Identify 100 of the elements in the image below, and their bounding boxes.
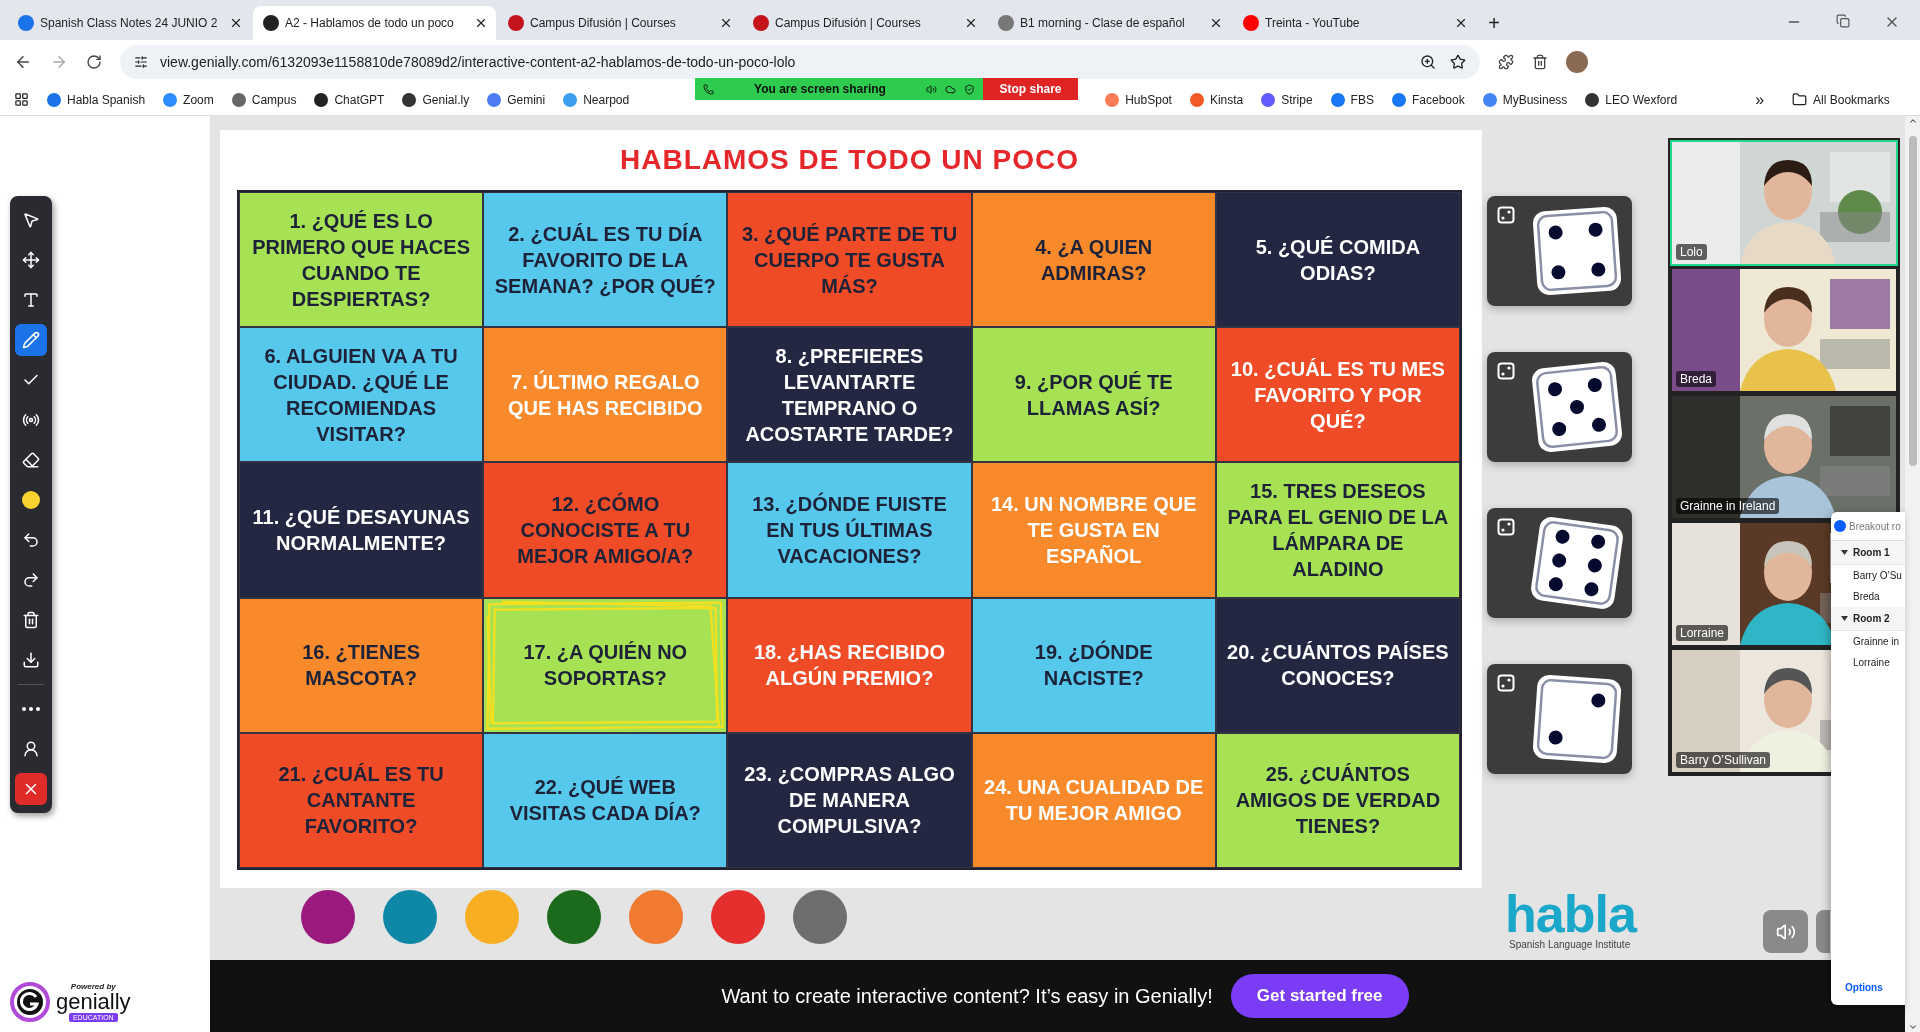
- question-card[interactable]: 12. ¿CÓMO CONOCISTE A TU MEJOR AMIGO/A?: [483, 462, 728, 598]
- bookmark-link[interactable]: Facebook: [1391, 92, 1465, 107]
- question-card[interactable]: 23. ¿COMPRAS ALGO DE MANERA COMPULSIVA?: [727, 732, 972, 868]
- promo-text: Want to create interactive content? It’s easy in Genially!: [721, 984, 1213, 1008]
- question-card[interactable]: 3. ¿QUÉ PARTE DE TU CUERPO TE GUSTA MÁS?: [727, 192, 972, 328]
- dice-card[interactable]: [1487, 508, 1632, 618]
- tool-button[interactable]: [15, 773, 47, 805]
- bookmark-link[interactable]: HubSpot: [1105, 92, 1172, 107]
- favicon-icon: [1189, 92, 1204, 107]
- question-card[interactable]: 5. ¿QUÉ COMIDA ODIAS?: [1215, 192, 1460, 328]
- control-button[interactable]: [1816, 910, 1830, 953]
- target-icon: [22, 411, 40, 429]
- bookmark-star-icon[interactable]: [1450, 54, 1466, 70]
- volume-button[interactable]: [1763, 910, 1808, 953]
- caret-icon: [1841, 615, 1848, 622]
- question-card[interactable]: 9. ¿POR QUÉ TE LLAMAS ASÍ?: [971, 327, 1216, 463]
- question-card[interactable]: 19. ¿DÓNDE NACISTE?: [971, 597, 1216, 733]
- bookmark-link[interactable]: Campus: [231, 92, 297, 107]
- dice-card[interactable]: [1487, 664, 1632, 774]
- browser-tab[interactable]: A2 - Hablamos de todo un poco: [253, 6, 496, 40]
- browser-tab[interactable]: Treinta - YouTube: [1233, 6, 1476, 40]
- question-card[interactable]: 20. ¿CUÁNTOS PAÍSES CONOCES?: [1215, 597, 1460, 733]
- question-card[interactable]: 25. ¿CUÁNTOS AMIGOS DE VERDAD TIENES?: [1215, 732, 1460, 868]
- scrollbar[interactable]: [1905, 116, 1920, 1032]
- bookmark-link[interactable]: ChatGPT: [314, 92, 385, 107]
- extensions-icon[interactable]: [1498, 54, 1514, 70]
- close-icon[interactable]: [964, 16, 978, 30]
- color-dot[interactable]: [711, 890, 765, 944]
- site-info-icon[interactable]: [134, 55, 148, 69]
- favicon-icon: [1482, 92, 1497, 107]
- question-card[interactable]: 11. ¿QUÉ DESAYUNAS NORMALMENTE?: [239, 462, 484, 598]
- tool-button[interactable]: [15, 324, 47, 356]
- browser-tab[interactable]: Campus Difusión | Courses: [743, 6, 986, 40]
- room-row[interactable]: Room 1: [1831, 541, 1905, 565]
- stop-share-button[interactable]: Stop share: [983, 78, 1078, 100]
- question-card[interactable]: 2. ¿CUÁL ES TU DÍA FAVORITO DE LA SEMANA? ¿POR QUÉ?: [483, 192, 728, 328]
- question-card[interactable]: 13. ¿DÓNDE FUISTE EN TUS ÚLTIMAS VACACIONES?: [727, 462, 972, 598]
- phone-icon: [703, 83, 714, 95]
- download-icon: [22, 651, 40, 669]
- bookmark-link[interactable]: MyBusiness: [1482, 92, 1568, 107]
- bookmark-link[interactable]: Genial.ly: [402, 92, 470, 107]
- bookmark-link[interactable]: FBS: [1330, 92, 1374, 107]
- favicon-icon: [487, 92, 502, 107]
- speaker-icon: [926, 83, 937, 95]
- bookmark-link[interactable]: Kinsta: [1189, 92, 1244, 107]
- browser-tab[interactable]: B1 morning - Clase de español: [988, 6, 1231, 40]
- close-icon[interactable]: [474, 16, 488, 30]
- dice-icon: [1497, 674, 1515, 692]
- restore-icon[interactable]: [1836, 14, 1850, 28]
- question-card[interactable]: 6. ALGUIEN VA A TU CIUDAD. ¿QUÉ LE RECOMIENDAS VISITAR?: [239, 327, 484, 463]
- powered-by-text: Powered by: [70, 982, 116, 991]
- bookmark-link[interactable]: Zoom: [163, 92, 214, 107]
- color-dot[interactable]: [383, 890, 437, 944]
- scrollbar-thumb[interactable]: [1908, 136, 1917, 466]
- get-started-button[interactable]: Get started free: [1230, 974, 1409, 1018]
- color-dot[interactable]: [465, 890, 519, 944]
- options-link[interactable]: Options: [1831, 970, 1905, 1005]
- question-card[interactable]: 8. ¿PREFIERES LEVANTARTE TEMPRANO O ACOSTARTE TARDE?: [727, 327, 972, 463]
- user-icon: [22, 740, 40, 758]
- color-dot[interactable]: [629, 890, 683, 944]
- bookmark-link[interactable]: Habla Spanish: [47, 92, 146, 107]
- bookmark-link[interactable]: Stripe: [1261, 92, 1313, 107]
- reload-icon[interactable]: [86, 54, 102, 70]
- bookmark-link[interactable]: LEO Wexford: [1585, 92, 1678, 107]
- new-tab-button[interactable]: +: [1478, 6, 1510, 40]
- question-card[interactable]: 21. ¿CUÁL ES TU CANTANTE FAVORITO?: [239, 732, 484, 868]
- close-icon[interactable]: [229, 16, 243, 30]
- eraser-icon: [22, 451, 40, 469]
- address-bar[interactable]: view.genially.com/6132093e1158810de78089d2/interactive-content-a2-hablamos-de-todo-un-poco-lolo: [120, 45, 1480, 79]
- question-card[interactable]: 4. ¿A QUIEN ADMIRAS?: [971, 192, 1216, 328]
- zoom-icon[interactable]: [1420, 54, 1436, 70]
- color-dot[interactable]: [793, 890, 847, 944]
- room-row[interactable]: Room 2: [1831, 607, 1905, 631]
- question-card[interactable]: 22. ¿QUÉ WEB VISITAS CADA DÍA?: [483, 732, 728, 868]
- bookmark-link[interactable]: Gemini: [487, 92, 546, 107]
- close-icon[interactable]: [719, 16, 733, 30]
- more-bookmarks-button[interactable]: »: [1755, 90, 1765, 109]
- dice-card[interactable]: [1487, 196, 1632, 306]
- question-card[interactable]: 10. ¿CUÁL ES TU MES FAVORITO Y POR QUÉ?: [1215, 327, 1460, 463]
- bookmark-link[interactable]: Nearpod: [563, 92, 630, 107]
- profile-avatar[interactable]: [1566, 51, 1588, 73]
- color-dot[interactable]: [547, 890, 601, 944]
- dice-card[interactable]: [1487, 352, 1632, 462]
- trash-icon[interactable]: [1532, 54, 1548, 70]
- question-card[interactable]: 18. ¿HAS RECIBIDO ALGÚN PREMIO?: [727, 597, 972, 733]
- all-bookmarks-link[interactable]: All Bookmarks: [1792, 92, 1890, 107]
- question-card[interactable]: 15. TRES DESEOS PARA EL GENIO DE LA LÁMPARA DE ALADINO: [1215, 462, 1460, 598]
- question-card[interactable]: 16. ¿TIENES MASCOTA?: [239, 597, 484, 733]
- more-icon: [22, 707, 40, 711]
- color-dot[interactable]: [301, 890, 355, 944]
- close-icon[interactable]: [1209, 16, 1223, 30]
- question-card[interactable]: 17. ¿A QUIÉN NO SOPORTAS?: [483, 597, 728, 733]
- pointer-icon: [22, 211, 40, 229]
- question-card[interactable]: 1. ¿QUÉ ES LO PRIMERO QUE HACES CUANDO TE DESPIERTAS?: [239, 192, 484, 328]
- browser-tab[interactable]: Spanish Class Notes 24 JUNIO 2: [8, 6, 251, 40]
- sharing-status-text: You are screen sharing: [754, 82, 886, 96]
- apps-icon[interactable]: [14, 92, 29, 107]
- close-icon[interactable]: [1454, 16, 1468, 30]
- browser-tab[interactable]: Campus Difusión | Courses: [498, 6, 741, 40]
- back-icon[interactable]: [14, 53, 32, 71]
